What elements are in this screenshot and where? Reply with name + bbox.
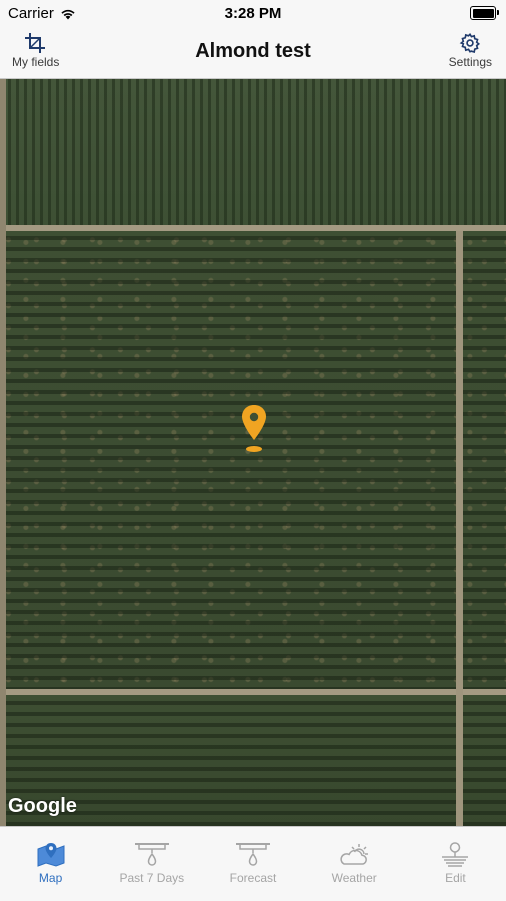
road-vertical-east	[456, 231, 463, 826]
tab-map-label: Map	[38, 871, 63, 885]
gear-icon	[459, 32, 481, 54]
tab-past-7-days[interactable]: Past 7 Days	[101, 827, 202, 901]
navigation-bar: My fields Almond test Settings	[0, 26, 506, 79]
tab-edit-label: Edit	[445, 871, 466, 885]
irrigation-icon	[134, 843, 169, 866]
tab-bar: Map Past 7 Days Forecast Weather Edit	[0, 826, 506, 901]
status-bar: Carrier 3:28 PM	[0, 0, 506, 26]
google-logo: Google	[8, 795, 77, 817]
tab-forecast[interactable]: Forecast	[202, 827, 303, 901]
tab-weather[interactable]: Weather	[304, 827, 405, 901]
tab-forecast-label: Forecast	[229, 871, 277, 885]
settings-label: Settings	[448, 55, 492, 69]
road-vertical-west	[0, 79, 6, 826]
tab-map[interactable]: Map	[0, 827, 101, 901]
clock: 3:28 PM	[224, 5, 282, 22]
satellite-map[interactable]: Google	[0, 79, 506, 826]
battery-icon	[470, 6, 499, 20]
tab-past-7-days-label: Past 7 Days	[119, 871, 185, 885]
edit-field-icon	[442, 842, 469, 867]
tab-weather-label: Weather	[331, 871, 377, 885]
cloud-sun-icon	[340, 844, 369, 865]
map-icon	[37, 843, 65, 867]
tab-edit[interactable]: Edit	[405, 827, 506, 901]
orchard-block-selected	[0, 231, 506, 691]
settings-button[interactable]: Settings	[449, 32, 492, 69]
page-title: Almond test	[195, 40, 311, 62]
orchard-block-north	[0, 79, 506, 227]
field-location-pin-icon[interactable]	[240, 404, 268, 454]
irrigation-forecast-icon	[236, 843, 270, 866]
